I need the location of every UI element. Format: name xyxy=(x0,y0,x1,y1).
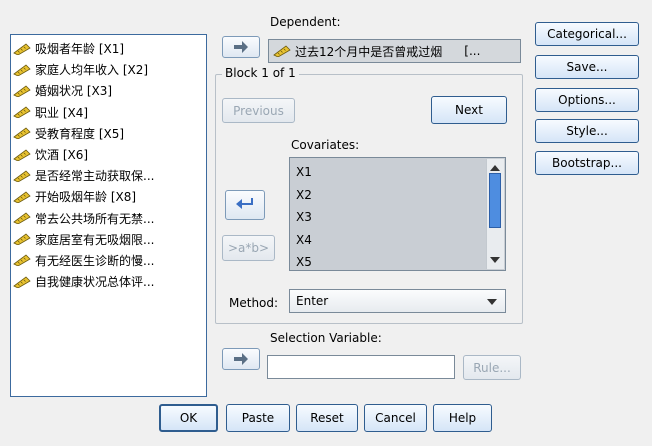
variable-label: 开始吸烟年龄 [X8] xyxy=(35,190,137,205)
variable-label: 有无经医生诊断的慢... xyxy=(35,253,155,268)
variable-list-item[interactable]: 自我健康状况总体评... xyxy=(13,271,204,292)
variable-label: 常去公共场所有无禁... xyxy=(35,211,155,226)
selection-variable-label: Selection Variable: xyxy=(270,331,382,345)
scale-ruler-icon xyxy=(13,233,31,246)
scroll-thumb[interactable] xyxy=(489,173,501,228)
covariate-item[interactable]: X1 xyxy=(296,165,312,179)
scale-ruler-icon xyxy=(13,64,31,76)
variable-label: 吸烟者年龄 [X1] xyxy=(35,42,125,57)
variable-list-item[interactable]: 职业 [X4] xyxy=(13,102,204,123)
variable-list-item[interactable]: 是否经常主动获取保... xyxy=(13,165,204,186)
covariates-label: Covariates: xyxy=(291,138,360,152)
arrow-right-icon xyxy=(234,353,248,365)
scale-ruler-icon xyxy=(13,43,31,55)
variable-list-item[interactable]: 受教育程度 [X5] xyxy=(13,123,204,144)
scale-ruler-icon xyxy=(13,254,31,267)
dependent-suffix: [... xyxy=(464,44,481,58)
arrow-left-icon xyxy=(236,198,253,209)
previous-button[interactable]: Previous xyxy=(222,98,295,123)
paste-button[interactable]: Paste xyxy=(226,404,290,432)
variable-list-item[interactable]: 常去公共场所有无禁... xyxy=(13,208,204,229)
scroll-down-icon[interactable] xyxy=(489,253,501,267)
covariate-item[interactable]: X3 xyxy=(296,210,312,224)
move-to-covariates-button[interactable] xyxy=(225,190,265,220)
scale-ruler-icon xyxy=(13,149,31,161)
variable-label: 自我健康状况总体评... xyxy=(35,275,155,290)
help-button[interactable]: Help xyxy=(433,404,492,432)
arrow-right-icon xyxy=(234,41,248,53)
covariate-item[interactable]: X2 xyxy=(296,188,312,202)
method-label: Method: xyxy=(229,296,279,310)
variable-label: 家庭居室有无吸烟限... xyxy=(35,232,155,247)
scale-ruler-icon xyxy=(13,212,31,225)
ok-button[interactable]: OK xyxy=(159,404,218,432)
rule-button[interactable]: Rule... xyxy=(463,355,521,380)
move-to-dependent-button[interactable] xyxy=(222,36,260,58)
categorical-button[interactable]: Categorical... xyxy=(535,22,639,46)
save-button[interactable]: Save... xyxy=(535,55,639,79)
variable-label: 饮酒 [X6] xyxy=(35,148,89,163)
scale-ruler-icon xyxy=(13,170,31,182)
bootstrap-button[interactable]: Bootstrap... xyxy=(535,151,639,175)
dependent-label: Dependent: xyxy=(270,15,341,29)
variable-label: 职业 [X4] xyxy=(35,105,89,120)
variable-list-item[interactable]: 家庭居室有无吸烟限... xyxy=(13,229,204,250)
variable-label: 受教育程度 [X5] xyxy=(35,126,125,141)
covariate-item[interactable]: X5 xyxy=(296,255,312,269)
covariates-list[interactable]: X1 X2 X3 X4 X5 xyxy=(289,157,506,271)
interaction-button[interactable]: >a*b> xyxy=(222,235,275,261)
scale-ruler-icon xyxy=(13,127,31,140)
variable-list-item[interactable]: 吸烟者年龄 [X1] xyxy=(13,38,204,59)
covariate-item[interactable]: X4 xyxy=(296,233,312,247)
variable-list-item[interactable]: 家庭人均年收入 [X2] xyxy=(13,59,204,80)
variable-label: 婚姻状况 [X3] xyxy=(35,84,113,99)
move-to-selection-button[interactable] xyxy=(222,348,260,370)
chevron-down-icon xyxy=(487,299,497,305)
variable-list-item[interactable]: 开始吸烟年龄 [X8] xyxy=(13,186,204,207)
source-variable-list[interactable]: 吸烟者年龄 [X1] 家庭人均年收入 [X2] 婚姻状况 [X3] 职业 [X4] 受教… xyxy=(10,34,207,397)
dependent-field[interactable]: 过去12个月中是否曾戒过烟 [... xyxy=(268,39,521,63)
scale-ruler-icon xyxy=(13,191,31,203)
scale-ruler-icon xyxy=(273,45,291,57)
variable-label: 是否经常主动获取保... xyxy=(35,169,155,184)
cancel-button[interactable]: Cancel xyxy=(364,404,427,432)
selection-variable-field[interactable] xyxy=(267,355,455,379)
options-button[interactable]: Options... xyxy=(535,88,639,112)
covariates-scrollbar[interactable] xyxy=(486,159,504,269)
next-button[interactable]: Next xyxy=(431,96,507,124)
variable-list-item[interactable]: 婚姻状况 [X3] xyxy=(13,80,204,101)
scale-ruler-icon xyxy=(13,106,31,119)
reset-button[interactable]: Reset xyxy=(296,404,358,432)
block-title: Block 1 of 1 xyxy=(222,66,299,80)
scale-ruler-icon xyxy=(13,85,31,97)
style-button[interactable]: Style... xyxy=(535,119,639,143)
variable-list-item[interactable]: 有无经医生诊断的慢... xyxy=(13,250,204,271)
dependent-value: 过去12个月中是否曾戒过烟 xyxy=(295,44,443,59)
method-value: Enter xyxy=(296,294,329,308)
method-select[interactable]: Enter xyxy=(289,289,506,313)
scale-ruler-icon xyxy=(13,276,31,288)
variable-list-item[interactable]: 饮酒 [X6] xyxy=(13,144,204,165)
variable-label: 家庭人均年收入 [X2] xyxy=(35,63,149,78)
